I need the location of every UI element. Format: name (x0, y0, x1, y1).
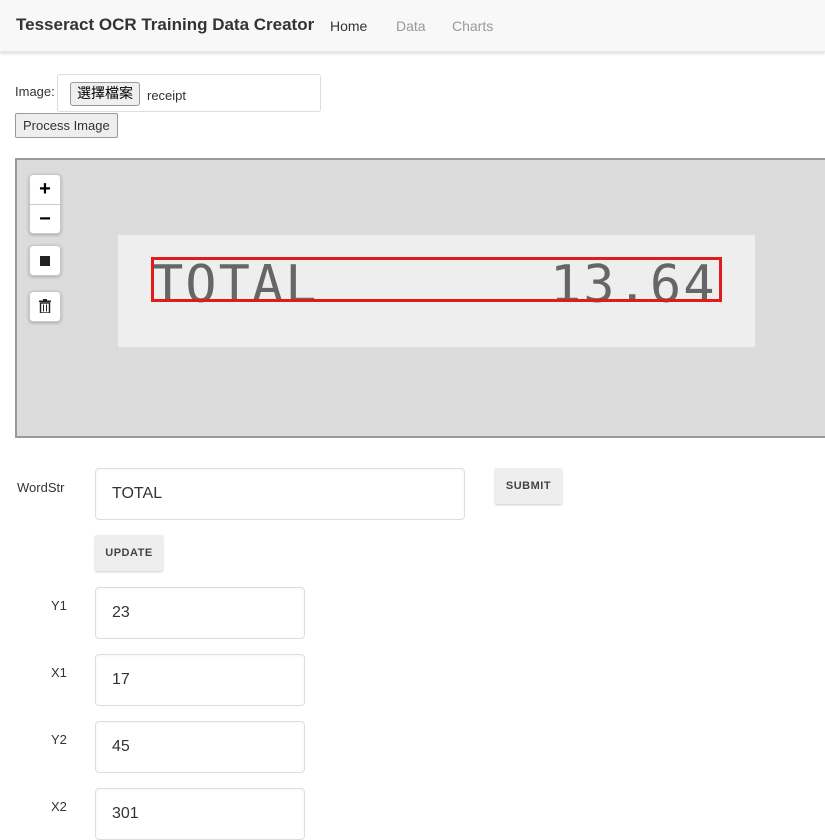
file-name: receipt (147, 88, 187, 103)
nav-link-charts[interactable]: Charts (452, 18, 493, 34)
update-button[interactable]: UPDATE (95, 535, 163, 571)
image-label: Image: (15, 84, 55, 99)
y1-label: Y1 (51, 598, 67, 613)
nav-link-home[interactable]: Home (330, 18, 367, 34)
y1-input[interactable] (95, 587, 305, 639)
trash-icon (30, 292, 60, 321)
delete-shape-button[interactable] (29, 291, 61, 322)
x2-label: X2 (51, 799, 67, 814)
image-canvas[interactable]: + − TOTAL 13.64 (15, 158, 825, 438)
x1-label: X1 (51, 665, 67, 680)
x2-input[interactable] (95, 788, 305, 840)
zoom-out-button[interactable]: − (30, 204, 60, 233)
bounding-box[interactable] (151, 257, 722, 302)
y2-input[interactable] (95, 721, 305, 773)
y2-label: Y2 (51, 732, 67, 747)
wordstr-input[interactable] (95, 468, 465, 520)
process-image-button[interactable]: Process Image (15, 113, 118, 138)
square-icon (30, 246, 60, 275)
nav-link-data[interactable]: Data (396, 18, 426, 34)
submit-button[interactable]: SUBMIT (495, 468, 562, 504)
app-brand[interactable]: Tesseract OCR Training Data Creator (16, 15, 314, 35)
draw-rectangle-button[interactable] (29, 245, 61, 276)
x1-input[interactable] (95, 654, 305, 706)
zoom-controls: + − (29, 174, 61, 234)
file-input[interactable]: 選擇檔案 receipt (57, 74, 321, 112)
zoom-in-button[interactable]: + (30, 175, 60, 204)
choose-file-button[interactable]: 選擇檔案 (70, 82, 140, 106)
navbar: Tesseract OCR Training Data Creator Home… (0, 0, 825, 52)
wordstr-label: WordStr (17, 480, 65, 495)
